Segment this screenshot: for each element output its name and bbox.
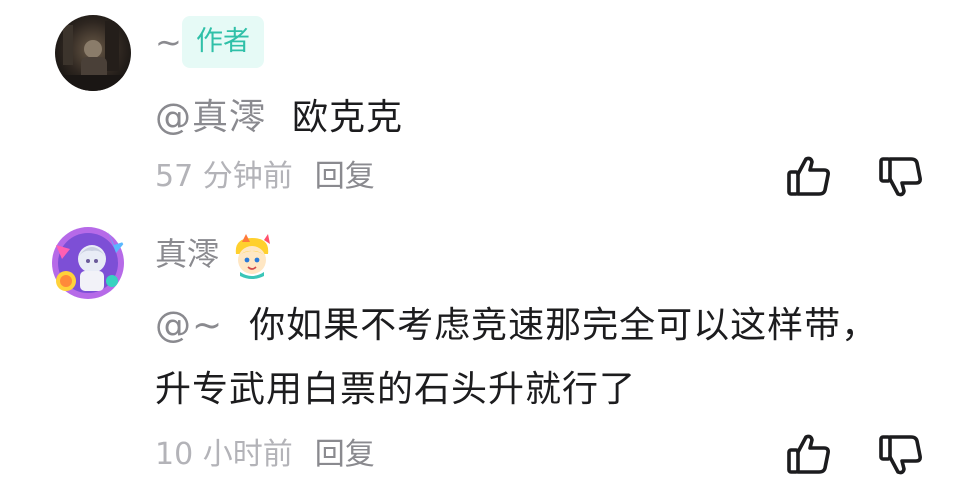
- mention-link[interactable]: @~: [155, 305, 223, 346]
- comment-item: ~ 作者 @真澪 欧克克 57 分钟前 回复: [0, 0, 975, 230]
- thumbs-up-icon[interactable]: [785, 430, 833, 478]
- character-emoji-icon: [228, 232, 276, 280]
- thumbs-up-icon[interactable]: [785, 152, 833, 200]
- timestamp: 57 分钟前: [155, 159, 293, 194]
- timestamp: 10 小时前: [155, 437, 293, 472]
- comment-meta: 57 分钟前 回复: [155, 157, 375, 197]
- comment-meta: 10 小时前 回复: [155, 435, 375, 475]
- comment-content: 你如果不考虑竞速那完全可以这样带，升专武用白票的石头升就行了: [155, 305, 879, 410]
- reply-button[interactable]: 回复: [315, 159, 375, 194]
- reply-button[interactable]: 回复: [315, 437, 375, 472]
- username[interactable]: ~: [155, 22, 182, 62]
- username[interactable]: 真澪: [155, 234, 219, 274]
- avatar[interactable]: [48, 223, 128, 303]
- comment-text: @~ 你如果不考虑竞速那完全可以这样带，升专武用白票的石头升就行了: [155, 294, 915, 422]
- comment-item: 真澪 @~ 你如果不考虑竞速那完全可以这样带，升专武用白票的石头升就行了 10 小…: [0, 218, 975, 503]
- thumbs-down-icon[interactable]: [877, 153, 925, 201]
- avatar[interactable]: [55, 15, 131, 91]
- author-badge: 作者: [182, 16, 264, 68]
- mention-link[interactable]: @真澪: [155, 97, 266, 138]
- comment-content: 欧克克: [292, 97, 404, 138]
- comment-text: @真澪 欧克克: [155, 86, 403, 150]
- thumbs-down-icon[interactable]: [877, 431, 925, 479]
